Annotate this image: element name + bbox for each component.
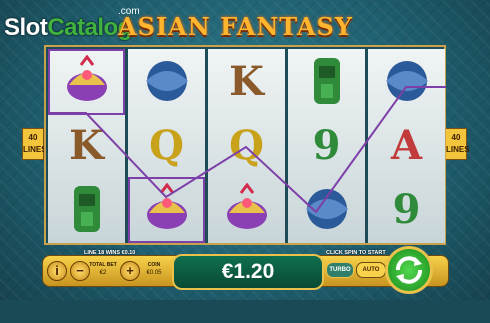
lines-badge-value: 40 bbox=[451, 133, 461, 142]
auto-button[interactable]: AUTO bbox=[356, 262, 386, 278]
win-line-18 bbox=[48, 86, 446, 214]
lines-badge-left: 40 LINES bbox=[22, 128, 47, 160]
coin-value[interactable]: €0.05 bbox=[141, 270, 167, 276]
info-button[interactable]: i bbox=[47, 261, 67, 281]
watermark-text: SlotCatalog bbox=[4, 14, 132, 42]
bet-decrease-button[interactable]: − bbox=[70, 261, 90, 281]
game-title: ASIAN FANTASY bbox=[118, 12, 353, 41]
lines-badge-right: 40 LINES bbox=[445, 128, 470, 160]
total-bet-label: TOTAL BET bbox=[89, 262, 117, 268]
watermark-part1: Slot bbox=[4, 14, 48, 41]
spin-button[interactable] bbox=[385, 246, 433, 294]
turbo-button[interactable]: TURBO bbox=[326, 262, 354, 278]
lines-badge-label: LINES bbox=[23, 145, 47, 154]
win-amount-display: €1.20 bbox=[172, 254, 324, 290]
total-bet-value: €2 bbox=[99, 270, 107, 276]
lines-badge-value: 40 bbox=[28, 133, 38, 142]
lines-badge-label: LINES bbox=[446, 145, 470, 154]
spin-arrows-icon bbox=[396, 256, 422, 284]
bottom-strip bbox=[0, 300, 490, 323]
bet-increase-button[interactable]: + bbox=[120, 261, 140, 281]
coin-label: COIN bbox=[147, 262, 161, 268]
reel-frame: K Q K Q 9 A 9 bbox=[44, 45, 446, 245]
